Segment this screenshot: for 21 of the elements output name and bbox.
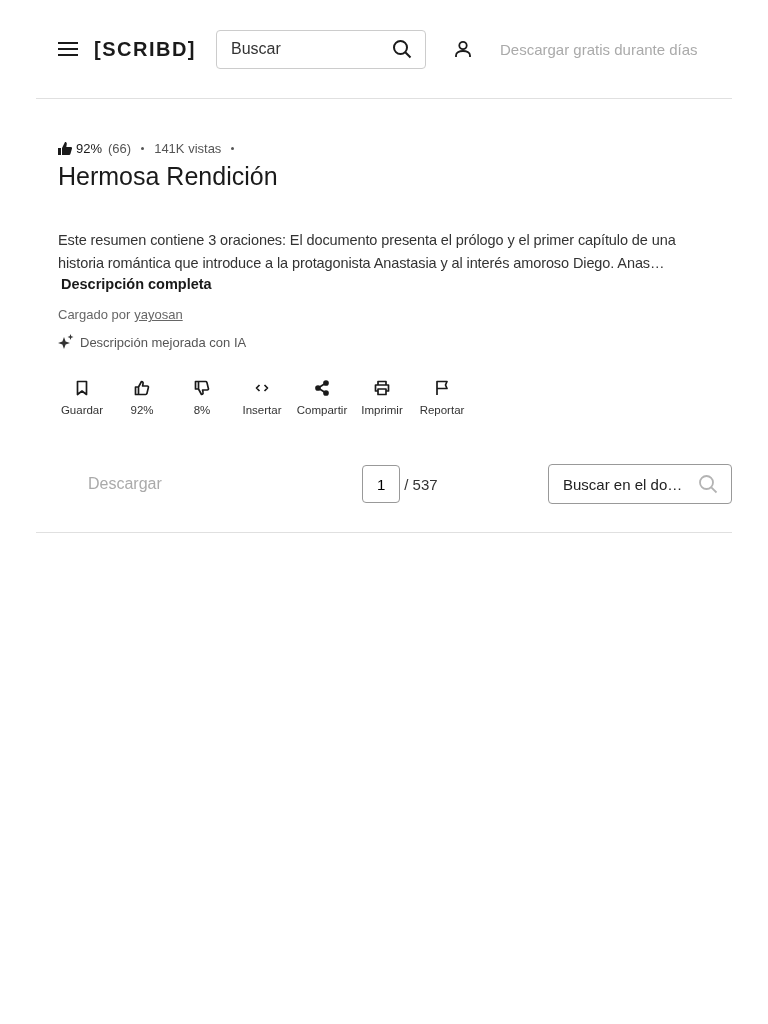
document-title: Hermosa Rendición — [58, 162, 279, 191]
logo[interactable]: [SCRIBD] — [94, 37, 196, 61]
save-button[interactable]: Guardar — [52, 380, 112, 416]
summary-text: Este resumen contiene 3 oraciones: El documento presenta el prólogo y el primer capítulo de una historia romántica que introduce a la protagonista Anastasia y al interés amoroso Diego. Anas… — [58, 231, 677, 273]
share-button[interactable]: Compartir — [292, 380, 352, 416]
view-count: 141K vistas — [154, 141, 222, 156]
like-button[interactable]: 92% — [112, 380, 172, 416]
rating-count: (66) — [108, 141, 132, 156]
ai-description-note: Descripción mejorada con IA — [80, 334, 247, 350]
document-search-field[interactable]: Buscar en el do… — [548, 464, 732, 504]
report-button[interactable]: Reportar — [412, 380, 472, 416]
search-field[interactable]: Buscar — [216, 29, 426, 69]
rating-percent: 92% — [76, 141, 103, 156]
uploader-link[interactable]: yayosan — [134, 307, 183, 322]
page-total: / 537 — [404, 475, 438, 493]
full-description-link[interactable]: Descripción completa — [61, 276, 212, 292]
embed-button[interactable]: Insertar — [232, 380, 292, 416]
print-button[interactable]: Imprimir — [352, 380, 412, 416]
page-number-field[interactable]: 1 — [362, 465, 401, 503]
dislike-button[interactable]: 8% — [172, 380, 232, 416]
uploaded-by-label: Cargado por — [58, 307, 131, 322]
